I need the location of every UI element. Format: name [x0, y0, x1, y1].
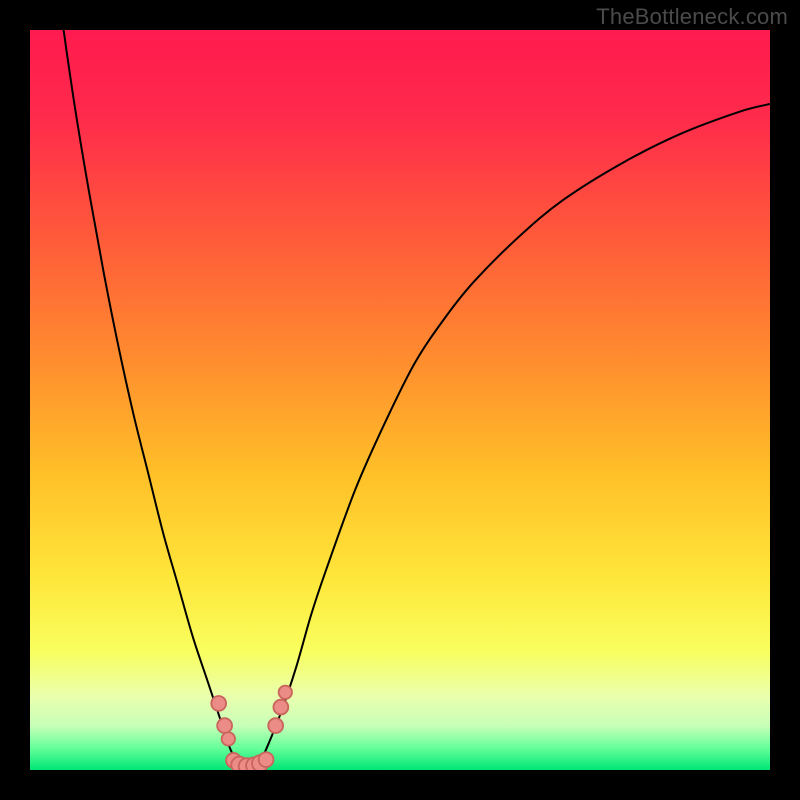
outer-frame: TheBottleneck.com [0, 0, 800, 800]
curve-marker [259, 752, 274, 767]
curve-marker [211, 696, 226, 711]
chart-svg [30, 30, 770, 770]
curve-markers [211, 686, 292, 770]
curve-marker [268, 718, 283, 733]
curve-marker [217, 718, 232, 733]
curve-marker [279, 686, 292, 699]
plot-area [30, 30, 770, 770]
bottleneck-curve [30, 30, 770, 770]
curve-marker [222, 732, 235, 745]
watermark-text: TheBottleneck.com [596, 4, 788, 30]
curve-marker [273, 700, 288, 715]
